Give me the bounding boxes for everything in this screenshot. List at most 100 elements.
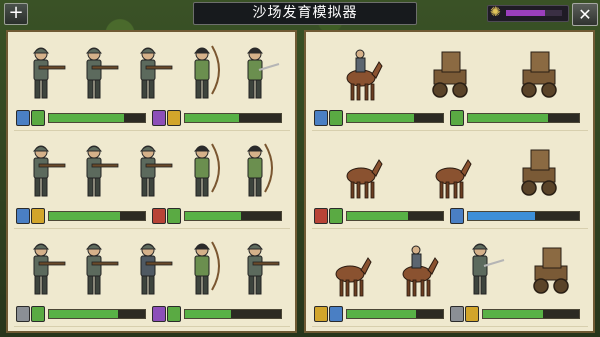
catapult-unit[interactable] [506, 138, 572, 204]
progress-bar [346, 309, 444, 319]
unit-stats [314, 110, 586, 126]
archer-unit[interactable] [184, 138, 228, 204]
progress-fill [185, 212, 241, 220]
archer-unit[interactable] [184, 40, 228, 106]
left-panel [6, 30, 297, 333]
progress-bar [48, 211, 146, 221]
catapult-unit[interactable] [506, 40, 572, 106]
green-badge-icon [167, 306, 181, 322]
unit-stats [16, 208, 288, 224]
red-badge-icon [152, 208, 166, 224]
blue-badge-icon [314, 110, 328, 126]
cavalry-unit[interactable] [395, 236, 439, 302]
stat-group [152, 208, 284, 224]
gray-badge-icon [16, 306, 30, 322]
knight-unit[interactable] [130, 236, 174, 302]
progress-fill [347, 212, 409, 220]
stat-group [314, 208, 446, 224]
catapult-unit[interactable] [417, 40, 483, 106]
stat-group [16, 306, 148, 322]
progress-bar [346, 113, 444, 123]
progress-fill [49, 310, 119, 318]
progress-fill [468, 114, 548, 122]
spearman-unit[interactable] [462, 236, 506, 302]
gear-icon: ✺ [490, 5, 501, 20]
unit-row [316, 236, 584, 302]
rifleman-unit[interactable] [130, 138, 174, 204]
right-panel [304, 30, 595, 333]
horse-unit[interactable] [339, 138, 383, 204]
progress-bar [184, 113, 282, 123]
horse-unit[interactable] [428, 138, 472, 204]
rifleman-unit[interactable] [23, 236, 67, 302]
unit-stats [16, 110, 288, 126]
cavalry-unit[interactable] [339, 40, 383, 106]
green-badge-icon [450, 110, 464, 126]
unit-row [316, 40, 584, 106]
progress-fill [347, 310, 417, 318]
mounted-card [312, 234, 588, 327]
infantry-card [14, 38, 290, 131]
blue-badge-icon [16, 110, 30, 126]
rifleman-unit[interactable] [130, 40, 174, 106]
purple-badge-icon [152, 110, 166, 126]
rifleman-unit[interactable] [237, 236, 281, 302]
stat-group [314, 306, 446, 322]
gray-badge-icon [450, 306, 464, 322]
progress-bar [467, 211, 580, 221]
infantry-card [14, 136, 290, 229]
page-title: 沙场发育模拟器 [193, 2, 417, 25]
blue-badge-icon [450, 208, 464, 224]
archer-unit[interactable] [237, 138, 281, 204]
add-button[interactable]: + [4, 3, 28, 25]
progress-fill [49, 114, 124, 122]
progress-bar [48, 309, 146, 319]
progress-fill [185, 310, 232, 318]
resource-meter: ✺ [487, 5, 569, 22]
rifleman-unit[interactable] [76, 138, 120, 204]
blue-badge-icon [329, 306, 343, 322]
progress-bar [467, 113, 580, 123]
purple-badge-icon [152, 306, 166, 322]
stat-group [152, 306, 284, 322]
unit-stats [314, 208, 586, 224]
rifleman-unit[interactable] [76, 236, 120, 302]
progress-bar [346, 211, 444, 221]
progress-fill [49, 212, 121, 220]
green-badge-icon [329, 110, 343, 126]
progress-bar [184, 309, 282, 319]
green-badge-icon [31, 306, 45, 322]
unit-row [18, 236, 286, 302]
yellow-badge-icon [314, 306, 328, 322]
stat-group [16, 208, 148, 224]
rifleman-unit[interactable] [23, 40, 67, 106]
progress-fill [468, 212, 535, 220]
archer-unit[interactable] [184, 236, 228, 302]
stat-group [16, 110, 148, 126]
unit-stats [16, 306, 288, 322]
progress-bar [482, 309, 580, 319]
green-badge-icon [329, 208, 343, 224]
swordsman-unit[interactable] [237, 40, 281, 106]
yellow-badge-icon [465, 306, 479, 322]
stat-group [450, 110, 582, 126]
progress-fill [185, 114, 239, 122]
horse-unit[interactable] [328, 236, 372, 302]
mounted-card [312, 136, 588, 229]
yellow-badge-icon [167, 110, 181, 126]
unit-row [18, 40, 286, 106]
green-badge-icon [167, 208, 181, 224]
infantry-card [14, 234, 290, 327]
red-badge-icon [314, 208, 328, 224]
close-button[interactable]: ✕ [572, 3, 598, 26]
progress-bar [184, 211, 282, 221]
rifleman-unit[interactable] [76, 40, 120, 106]
stat-group [152, 110, 284, 126]
catapult-unit[interactable] [518, 236, 584, 302]
stat-group [450, 306, 582, 322]
unit-row [316, 138, 584, 204]
stat-group [314, 110, 446, 126]
progress-bar [48, 113, 146, 123]
progress-fill [347, 114, 415, 122]
rifleman-unit[interactable] [23, 138, 67, 204]
